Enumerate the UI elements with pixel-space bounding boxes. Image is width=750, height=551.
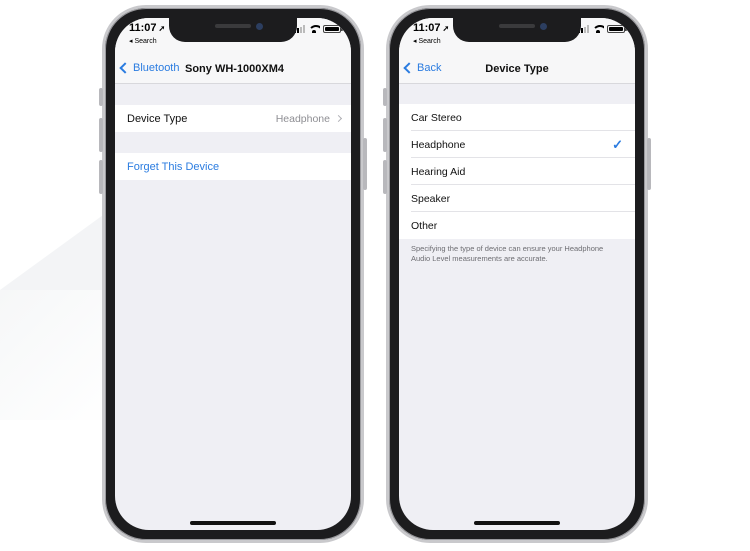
option-label: Car Stereo: [411, 111, 462, 124]
mute-switch: [99, 88, 103, 106]
option-car-stereo[interactable]: Car Stereo: [399, 104, 635, 131]
home-indicator[interactable]: [474, 521, 560, 525]
option-label: Other: [411, 219, 438, 232]
navigation-bar: Bluetooth Sony WH-1000XM4: [115, 56, 351, 84]
option-speaker[interactable]: Speaker: [399, 185, 635, 212]
wifi-icon: [308, 25, 320, 33]
option-other[interactable]: Other: [399, 212, 635, 239]
screen-right: 11:07 ➚ ◂ Search Back Device Type Car Ste…: [399, 18, 635, 530]
status-icons: [578, 25, 627, 33]
back-to-app[interactable]: ◂ Search: [129, 37, 157, 45]
volume-up-button: [99, 118, 103, 152]
back-to-app-label: Search: [134, 38, 157, 45]
location-arrow-icon: ➚: [442, 24, 450, 33]
chevron-right-icon: [334, 114, 343, 123]
status-time: 11:07 ➚: [413, 22, 450, 34]
status-time: 11:07 ➚: [129, 22, 166, 34]
device-type-label: Device Type: [127, 112, 188, 125]
page-title: Sony WH-1000XM4: [185, 63, 285, 75]
footnote-text: Specifying the type of device can ensure…: [411, 244, 604, 263]
option-headphone[interactable]: Headphone ✓: [399, 131, 635, 158]
battery-icon: [607, 25, 627, 33]
page-title: Device Type: [485, 63, 549, 75]
device-type-row[interactable]: Device Type Headphone: [115, 105, 351, 132]
location-arrow-icon: ➚: [158, 24, 166, 33]
side-button: [363, 138, 367, 190]
phone-left: 11:07 ➚ ◂ Search Bluetooth Sony WH-1000XM…: [99, 5, 367, 543]
home-indicator[interactable]: [190, 521, 276, 525]
option-label: Hearing Aid: [411, 165, 466, 178]
option-label: Speaker: [411, 192, 451, 205]
checkmark-icon: ✓: [612, 136, 623, 152]
volume-down-button: [99, 160, 103, 194]
battery-icon: [323, 25, 343, 33]
forget-device-button[interactable]: Forget This Device: [115, 153, 351, 180]
option-label: Headphone: [411, 138, 466, 151]
status-icons: [294, 25, 343, 33]
screen-left: 11:07 ➚ ◂ Search Bluetooth Sony WH-1000XM…: [115, 18, 351, 530]
wifi-icon: [592, 25, 604, 33]
device-type-value: Headphone: [275, 112, 330, 125]
navigation-bar: Back Device Type: [399, 56, 635, 84]
notch: [453, 18, 581, 42]
forget-device-label: Forget This Device: [127, 160, 220, 173]
phone-right: 11:07 ➚ ◂ Search Back Device Type Car Ste…: [383, 5, 651, 543]
option-hearing-aid[interactable]: Hearing Aid: [399, 158, 635, 185]
mute-switch: [383, 88, 387, 106]
volume-up-button: [383, 118, 387, 152]
notch: [169, 18, 297, 42]
side-button: [647, 138, 651, 190]
back-to-app[interactable]: ◂ Search: [413, 37, 441, 45]
back-to-app-label: Search: [418, 38, 441, 45]
volume-down-button: [383, 160, 387, 194]
